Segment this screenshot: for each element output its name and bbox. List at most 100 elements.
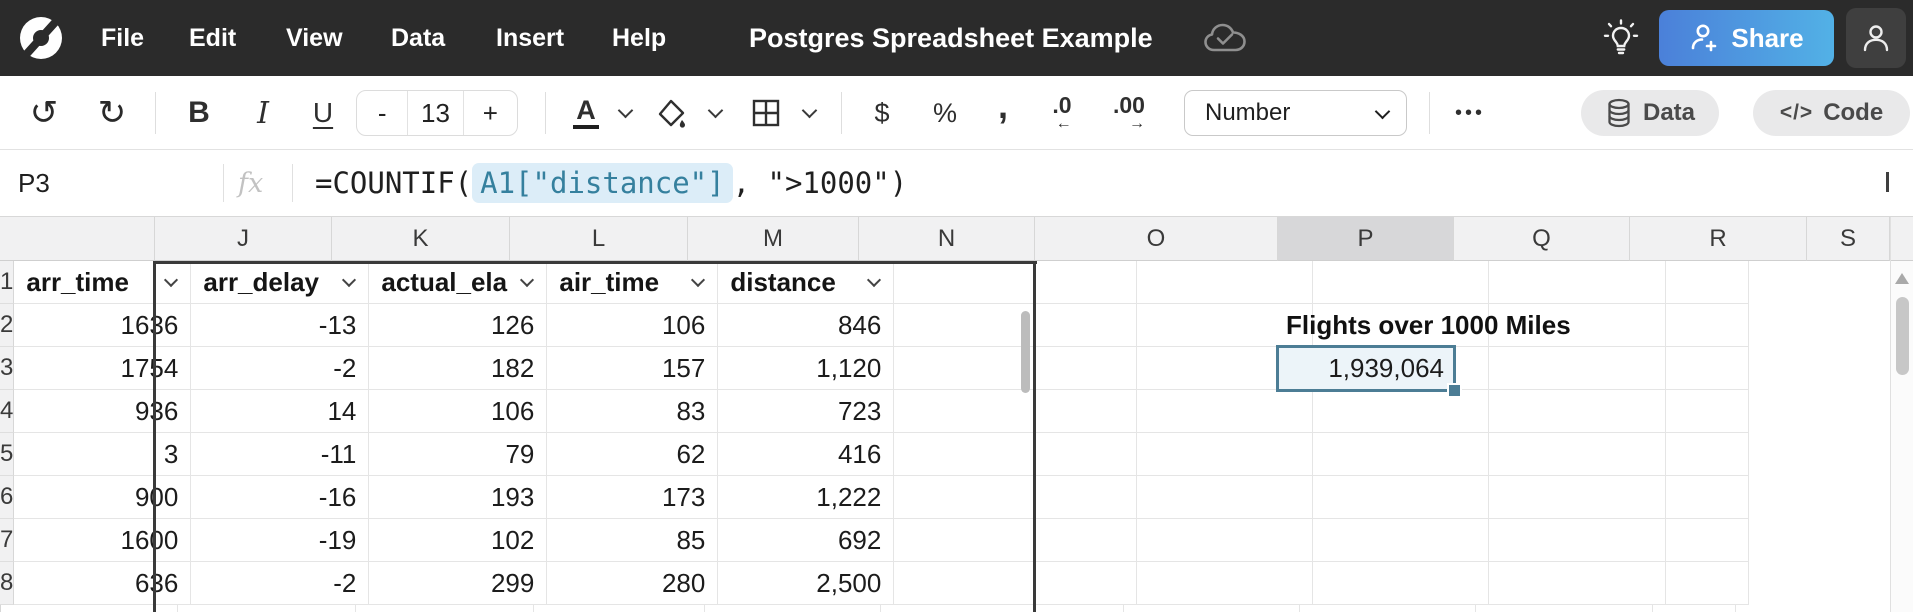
cell-J2[interactable]: 1636 (14, 304, 191, 347)
cell-J7[interactable]: 1600 (14, 519, 191, 562)
cell-N8[interactable]: 2,500 (718, 562, 894, 605)
cell-N4[interactable]: 723 (718, 390, 894, 433)
cell-N6[interactable]: 1,222 (718, 476, 894, 519)
text-color-button[interactable]: A (566, 76, 606, 150)
cell-O3[interactable] (894, 347, 1137, 390)
cell-N5[interactable]: 416 (718, 433, 894, 476)
cell-O4[interactable] (894, 390, 1137, 433)
column-header-O[interactable]: O (1035, 217, 1278, 261)
chevron-down-icon[interactable] (520, 273, 534, 287)
cell-Q8[interactable] (1313, 562, 1489, 605)
chevron-down-icon[interactable] (342, 273, 356, 287)
menu-data[interactable]: Data (391, 0, 445, 76)
cell-M9[interactable] (534, 605, 705, 612)
menu-edit[interactable]: Edit (189, 0, 236, 76)
text-color-dropdown[interactable] (614, 76, 636, 150)
bold-button[interactable]: B (178, 76, 220, 150)
column-header-P[interactable]: P (1278, 217, 1454, 261)
cell-K8[interactable]: -2 (191, 562, 369, 605)
select-all-corner[interactable] (0, 217, 155, 261)
cell-M6[interactable]: 173 (547, 476, 718, 519)
cell-S4[interactable] (1666, 390, 1749, 433)
selected-cell-P3[interactable]: 1,939,064 (1276, 345, 1456, 392)
cell-M8[interactable]: 280 (547, 562, 718, 605)
menu-view[interactable]: View (286, 0, 343, 76)
cell-L6[interactable]: 193 (369, 476, 547, 519)
cell-K6[interactable]: -16 (191, 476, 369, 519)
menu-help[interactable]: Help (612, 0, 666, 76)
menu-insert[interactable]: Insert (496, 0, 564, 76)
cell-S1[interactable] (1666, 261, 1749, 304)
cell-S6[interactable] (1666, 476, 1749, 519)
more-options-button[interactable]: ••• (1448, 76, 1492, 150)
decrease-decimal-button[interactable]: .0 ← (1040, 76, 1084, 150)
cell-L5[interactable]: 79 (369, 433, 547, 476)
cell-L2[interactable]: 126 (369, 304, 547, 347)
cell-P5[interactable] (1137, 433, 1313, 476)
cell-R1[interactable] (1489, 261, 1666, 304)
fill-color-button[interactable] (652, 76, 692, 150)
column-header-Q[interactable]: Q (1454, 217, 1630, 261)
cell-R6[interactable] (1489, 476, 1666, 519)
cell-P1[interactable] (1137, 261, 1313, 304)
cell-J4[interactable]: 936 (14, 390, 191, 433)
cell-Q5[interactable] (1313, 433, 1489, 476)
column-header-L[interactable]: L (510, 217, 688, 261)
column-header-S[interactable]: S (1807, 217, 1890, 261)
cell-L7[interactable]: 102 (369, 519, 547, 562)
lightbulb-icon[interactable] (1600, 18, 1642, 60)
cell-S8[interactable] (1666, 562, 1749, 605)
chevron-down-icon[interactable] (691, 273, 705, 287)
cell-Q6[interactable] (1313, 476, 1489, 519)
cell-R5[interactable] (1489, 433, 1666, 476)
table-header-arr_delay[interactable]: arr_delay (191, 261, 369, 304)
fill-handle[interactable] (1447, 383, 1462, 398)
cell-P7[interactable] (1137, 519, 1313, 562)
cell-M5[interactable]: 62 (547, 433, 718, 476)
scroll-up-arrow-icon[interactable] (1895, 273, 1909, 284)
cell-J6[interactable]: 900 (14, 476, 191, 519)
column-header-R[interactable]: R (1630, 217, 1807, 261)
cell-K5[interactable]: -11 (191, 433, 369, 476)
column-header-J[interactable]: J (155, 217, 332, 261)
cell-S5[interactable] (1666, 433, 1749, 476)
cell-S7[interactable] (1666, 519, 1749, 562)
chevron-down-icon[interactable] (867, 273, 881, 287)
cell-N7[interactable]: 692 (718, 519, 894, 562)
comma-format-button[interactable]: , (988, 76, 1018, 150)
cell-O7[interactable] (894, 519, 1137, 562)
borders-dropdown[interactable] (798, 76, 820, 150)
cell-R7[interactable] (1489, 519, 1666, 562)
cell-R9[interactable] (1476, 605, 1653, 612)
scrollbar-thumb[interactable] (1896, 297, 1909, 375)
undo-button[interactable]: ↺ (22, 76, 66, 150)
cell-L9[interactable] (356, 605, 534, 612)
cell-M3[interactable]: 157 (547, 347, 718, 390)
code-panel-button[interactable]: </> Code (1753, 90, 1910, 136)
row-header-1[interactable]: 1 (0, 261, 14, 304)
cell-L3[interactable]: 182 (369, 347, 547, 390)
account-avatar-button[interactable] (1846, 8, 1906, 68)
cell-P8[interactable] (1137, 562, 1313, 605)
borders-button[interactable] (746, 76, 786, 150)
column-header-M[interactable]: M (688, 217, 859, 261)
chevron-down-icon[interactable] (164, 273, 178, 287)
number-format-dropdown[interactable]: Number (1184, 90, 1407, 136)
app-logo-icon[interactable] (20, 17, 62, 59)
cell-reference-box[interactable]: P3 (18, 150, 50, 216)
cell-P6[interactable] (1137, 476, 1313, 519)
table-header-distance[interactable]: distance (718, 261, 894, 304)
menu-file[interactable]: File (101, 0, 144, 76)
cell-O8[interactable] (894, 562, 1137, 605)
share-button[interactable]: Share (1659, 10, 1834, 66)
percent-format-button[interactable]: % (922, 76, 968, 150)
cell-S3[interactable] (1666, 347, 1749, 390)
increase-decimal-button[interactable]: .00 → (1104, 76, 1154, 150)
font-size-decrease-button[interactable]: - (357, 91, 408, 135)
vertical-scrollbar[interactable] (1890, 217, 1913, 612)
cell-Q9[interactable] (1300, 605, 1476, 612)
row-header-3[interactable]: 3 (0, 347, 14, 390)
cell-J3[interactable]: 1754 (14, 347, 191, 390)
cell-J9[interactable] (1, 605, 178, 612)
cell-S9[interactable] (1653, 605, 1736, 612)
